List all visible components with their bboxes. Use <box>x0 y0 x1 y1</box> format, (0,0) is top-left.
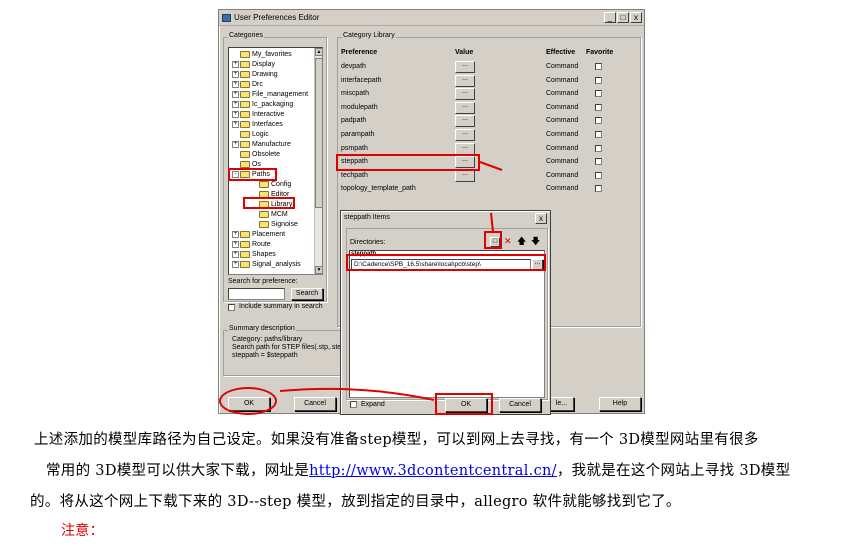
website-link[interactable]: http://www.3dcontentcentral.cn/ <box>309 463 557 479</box>
caption-line-3: 的。将从这个网上下载下来的 3D--step 模型，放到指定的目录中，alleg… <box>30 494 681 510</box>
note-label: 注意： <box>61 523 104 539</box>
caption-line-2-pre: 常用的 3D模型可以供大家下载，网址是 <box>46 463 310 479</box>
caption-line-2-post: ，我就是在这个网站上寻找 3D模型 <box>556 463 791 479</box>
caption-line-1: 上述添加的模型库路径为自己设定。如果没有准备step模型，可以到网上去寻找，有一… <box>34 432 759 448</box>
caption-line-2: 常用的 3D模型可以供大家下载，网址是http://www.3dcontentc… <box>46 459 790 480</box>
